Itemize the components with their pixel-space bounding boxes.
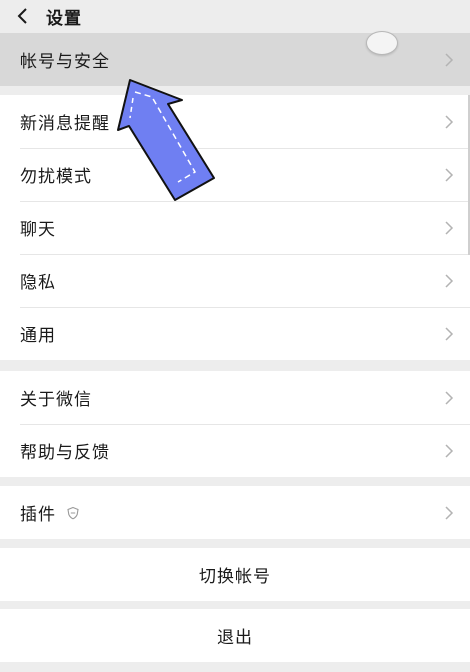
settings-item-label: 聊天 (20, 220, 56, 240)
settings-item-plugins[interactable]: 插件 (0, 486, 470, 539)
about-group: 关于微信 帮助与反馈 (0, 371, 470, 477)
settings-item-new-message-notify[interactable]: 新消息提醒 (0, 95, 470, 148)
chevron-right-icon (445, 443, 454, 458)
page-title: 设置 (46, 8, 82, 29)
switch-account-button[interactable]: 切换帐号 (0, 548, 470, 601)
settings-item-label: 通用 (20, 326, 56, 346)
settings-item-label: 隐私 (20, 273, 56, 293)
chevron-right-icon (445, 220, 454, 235)
switch-account-group: 切换帐号 (0, 548, 470, 601)
settings-item-chat[interactable]: 聊天 (0, 201, 470, 254)
chevron-right-icon (445, 273, 454, 288)
account-group: 帐号与安全 (0, 33, 470, 86)
plugin-shield-icon (67, 506, 79, 519)
settings-item-label: 帮助与反馈 (20, 443, 110, 463)
touch-indicator (366, 31, 398, 55)
settings-item-do-not-disturb[interactable]: 勿扰模式 (0, 148, 470, 201)
settings-item-about-wechat[interactable]: 关于微信 (0, 371, 470, 424)
settings-item-label: 插件 (20, 505, 56, 525)
chevron-right-icon (445, 167, 454, 182)
settings-item-general[interactable]: 通用 (0, 307, 470, 360)
chevron-left-icon (17, 8, 27, 24)
logout-button[interactable]: 退出 (0, 609, 470, 662)
settings-item-help-feedback[interactable]: 帮助与反馈 (0, 424, 470, 477)
logout-group: 退出 (0, 609, 470, 662)
chevron-right-icon (445, 326, 454, 341)
plugins-group: 插件 (0, 486, 470, 539)
settings-item-label: 勿扰模式 (20, 167, 92, 187)
chevron-right-icon (445, 390, 454, 405)
settings-item-label: 关于微信 (20, 390, 92, 410)
settings-item-label: 新消息提醒 (20, 114, 110, 134)
back-button[interactable] (2, 4, 42, 28)
settings-item-account-security[interactable]: 帐号与安全 (0, 33, 470, 86)
top-bar: 设置 (0, 0, 470, 32)
settings-item-privacy[interactable]: 隐私 (0, 254, 470, 307)
chevron-right-icon (445, 505, 454, 520)
chevron-right-icon (445, 52, 454, 67)
settings-item-label: 帐号与安全 (20, 52, 110, 72)
chevron-right-icon (445, 114, 454, 129)
preferences-group: 新消息提醒 勿扰模式 聊天 隐私 通用 (0, 95, 470, 360)
